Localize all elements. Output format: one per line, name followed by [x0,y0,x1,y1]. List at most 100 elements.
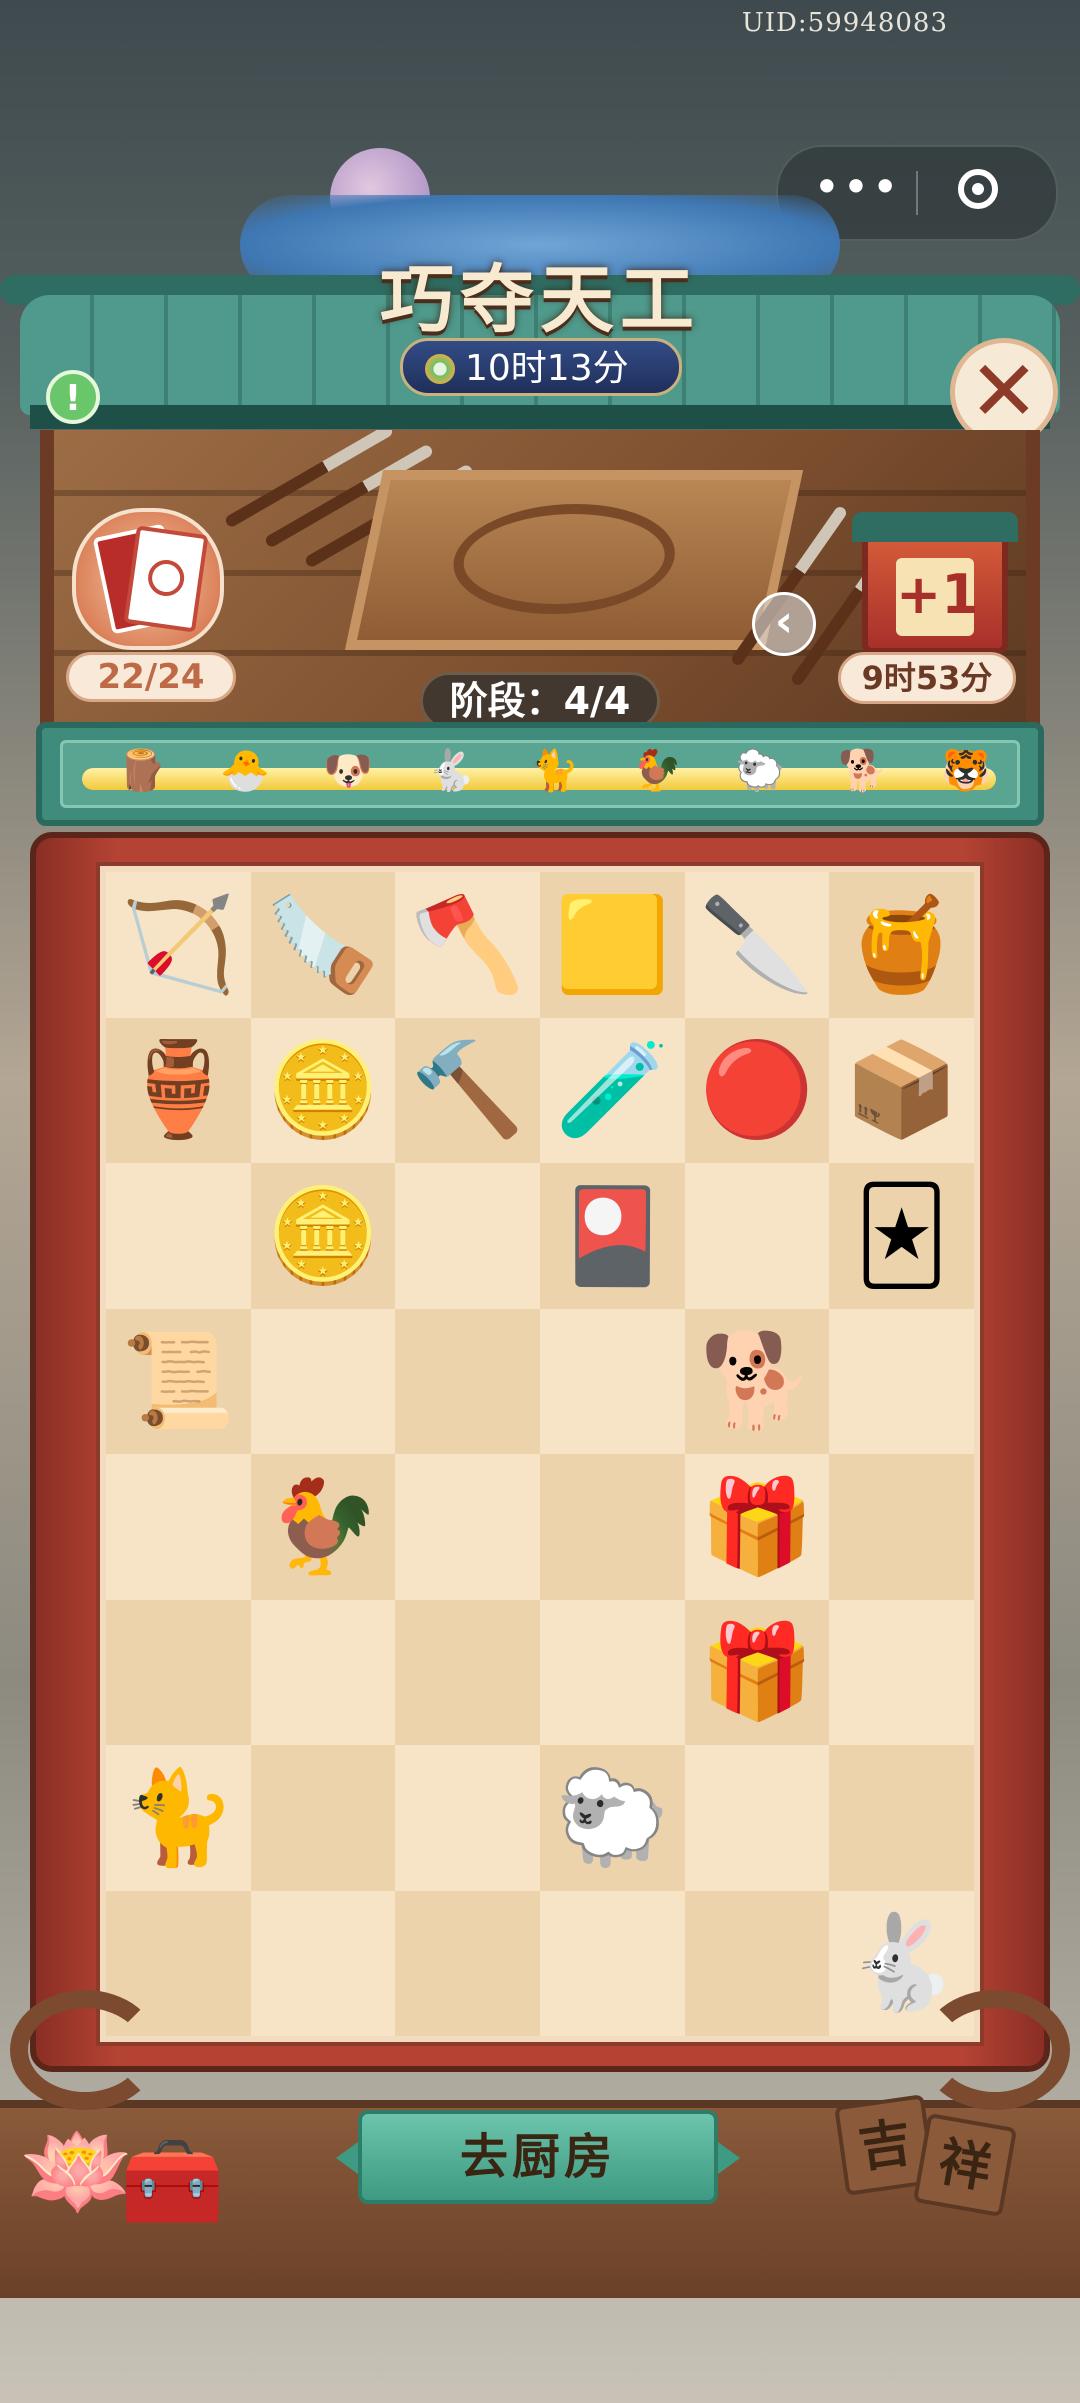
gold-nugget-item[interactable]: 🟨 [555,898,670,991]
lucky-cat-item[interactable]: 🐈 [121,1771,236,1864]
uid-label: UID:59948083 [741,8,948,38]
jade-gourd-item[interactable]: 🧪 [555,1044,670,1136]
bonus-timer: 9时53分 [838,652,1016,704]
rabbit-item[interactable]: 🐇 [844,1917,959,2009]
bronze-gourd-item[interactable]: 🏺 [121,1044,236,1136]
board-cell[interactable] [250,1308,396,1454]
card-stack-item[interactable]: 🃏 [855,1189,949,1282]
board-cell[interactable]: 📜 [106,1308,251,1454]
merge-board: 🏹 🪚 🪓 🟨 🔪 🍯 🏺 🪙 🔨 🧪 🔴 📦 🪙 🎴 🃏 📜 🐕 🐓 🎁 🎁 🐈 🐑 🐇 [96,862,984,2046]
board-cell[interactable]: 🃏 [829,1163,974,1309]
board-cell[interactable]: 🧪 [540,1017,685,1163]
block-xiang: 祥 [912,2112,1018,2218]
board-cell[interactable]: 🎴 [540,1163,685,1309]
board-cell[interactable]: 🎁 [684,1454,830,1600]
flower-sheep-item[interactable]: 🐑 [555,1771,670,1864]
board-cell[interactable] [829,1745,974,1891]
mallet-item[interactable]: 🔨 [410,1044,525,1136]
board-cell[interactable] [395,1599,540,1745]
board-cell[interactable]: 🔪 [684,872,830,1018]
red-gems-item[interactable]: 🔴 [700,1044,815,1136]
capsule-divider [916,171,918,215]
board-cell[interactable]: 🔨 [395,1017,540,1163]
dog-with-bone-item[interactable]: 🐕 [700,1335,815,1427]
board-cell[interactable] [250,1745,396,1891]
board-cell[interactable] [250,1890,396,2036]
axe-item[interactable]: 🪓 [410,898,525,991]
saw-item[interactable]: 🪚 [266,898,381,991]
milestone-carved-rabbit: 🐇 [426,748,476,794]
tools-icon: 🧰 [120,2132,225,2230]
event-timer-text: 10时13分 [465,348,629,389]
board-cell[interactable]: 🐕 [684,1308,830,1454]
board-cell[interactable]: 🪙 [250,1163,396,1309]
event-timer: 10时13分 [400,338,682,396]
board-cell[interactable] [684,1890,830,2036]
board-cell[interactable] [829,1599,974,1745]
info-alert-icon[interactable]: ! [46,370,100,424]
milestone-wood-stump: 🪵 [117,748,167,794]
plus-one-badge: +1 [896,558,979,636]
board-cell[interactable] [106,1163,251,1309]
crossbow-item[interactable]: 🏹 [121,898,236,991]
chevron-left-icon[interactable]: ‹ [752,592,816,656]
bonus-card-button[interactable]: +1 [852,512,1018,654]
rooster-item[interactable]: 🐓 [266,1480,381,1573]
wood-blocks: 吉 祥 [830,2094,1030,2220]
board-cell[interactable] [106,1454,251,1600]
board-cell[interactable]: 🪓 [395,872,540,1018]
milestone-carved-sheep: 🐑 [735,748,785,794]
ticket-bundle-item[interactable]: 🎁 [700,1626,815,1718]
gold-gourd-item[interactable]: 🍯 [844,898,959,991]
board-cell[interactable]: 🐈 [106,1745,251,1891]
board-cell[interactable] [684,1163,830,1309]
board-cell[interactable] [395,1890,540,2036]
board-cell[interactable]: 🏺 [106,1017,251,1163]
carving-knife-item[interactable]: 🔪 [700,898,815,991]
board-cell[interactable] [829,1308,974,1454]
milestone-carved-chick: 🐣 [220,748,270,794]
scroll-ornament-left [10,1990,160,2110]
board-cell[interactable]: 🐓 [250,1454,396,1600]
board-cell[interactable] [829,1454,974,1600]
board-cell[interactable] [540,1454,685,1600]
clock-icon [425,354,455,384]
board-cell[interactable] [250,1599,396,1745]
board-cell[interactable]: 📦 [829,1017,974,1163]
board-cell[interactable]: 🪙 [250,1017,396,1163]
dragon-carving [344,470,804,650]
milestone-carved-tiger: 🐯 [941,748,991,794]
wood-plane-item[interactable]: 📦 [844,1044,959,1136]
board-cell[interactable]: 🪚 [250,872,396,1018]
board-cell[interactable] [395,1454,540,1600]
milestone-carved-cat: 🐈 [529,748,579,794]
milestone-carved-rooster: 🐓 [632,748,682,794]
coin-pile-item[interactable]: 🪙 [266,1189,381,1282]
card-pack-button[interactable] [72,508,224,650]
board-cell[interactable]: 🔴 [684,1017,830,1163]
milestone-carved-dog-small: 🐶 [323,748,373,794]
board-cell[interactable]: 🍯 [829,872,974,1018]
event-title: 巧夺天工 [380,257,700,343]
board-cell[interactable] [106,1599,251,1745]
board-cell[interactable]: 🎁 [684,1599,830,1745]
paper-bundle-item[interactable]: 📜 [121,1335,236,1427]
board-cell[interactable] [395,1308,540,1454]
coin-stack-item[interactable]: 🪙 [266,1044,381,1136]
board-cell[interactable] [395,1163,540,1309]
scroll-ornament-right [920,1990,1070,2110]
board-cell[interactable] [540,1308,685,1454]
board-cell[interactable]: 🟨 [540,872,685,1018]
board-cell[interactable] [684,1745,830,1891]
card-counter: 22/24 [66,652,236,702]
go-kitchen-button[interactable]: 去厨房 [336,2110,740,2204]
paper-card-item[interactable]: 🎴 [555,1189,670,1282]
ticket-bundle-item[interactable]: 🎁 [700,1480,815,1573]
board-cell[interactable] [540,1890,685,2036]
board-cell[interactable] [395,1745,540,1891]
close-miniprogram-icon[interactable] [958,169,998,209]
board-cell[interactable]: 🐑 [540,1745,685,1891]
milestone-carved-dog: 🐕 [838,748,888,794]
board-cell[interactable] [540,1599,685,1745]
board-cell[interactable]: 🏹 [106,872,251,1018]
